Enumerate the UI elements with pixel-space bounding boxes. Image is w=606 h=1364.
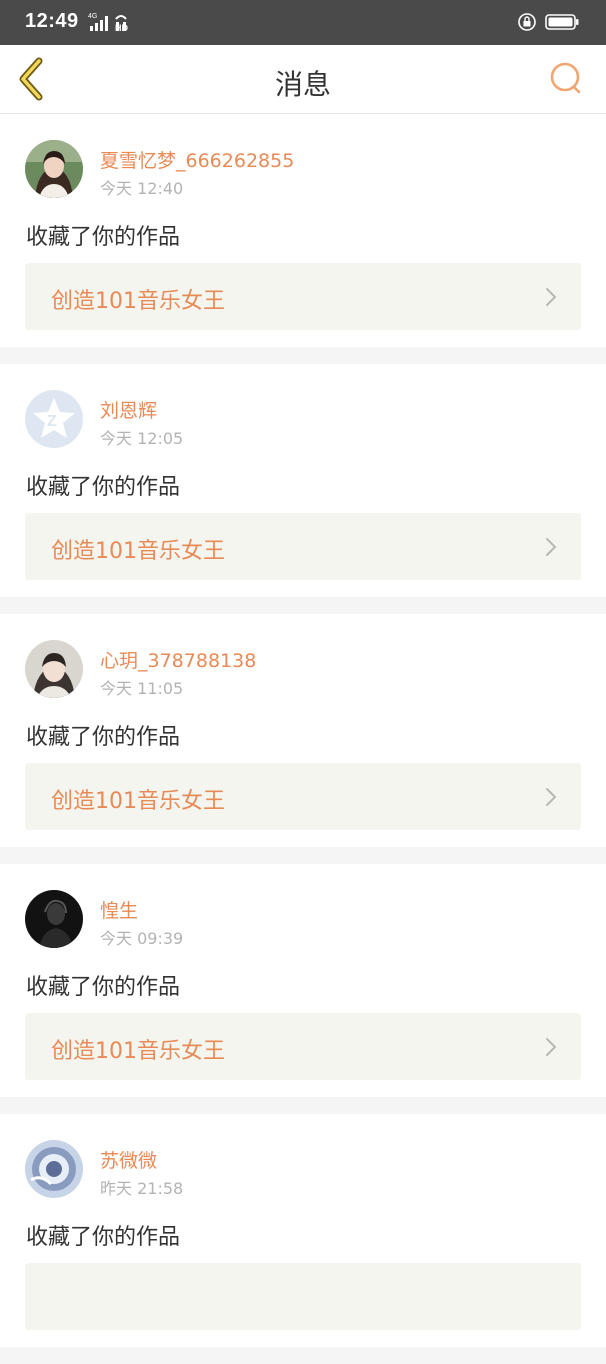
message-item: 惶生 今天 09:39 收藏了你的作品 创造101音乐女王 bbox=[0, 864, 606, 1114]
status-bar: 12:49 4G HD bbox=[0, 0, 606, 45]
search-icon bbox=[550, 62, 581, 94]
avatar[interactable] bbox=[25, 140, 83, 198]
action-text: 收藏了你的作品 bbox=[26, 1225, 181, 1250]
timestamp: 今天 12:05 bbox=[100, 429, 184, 448]
signal-icon: 4G HD bbox=[88, 11, 136, 37]
message-list: 夏雪忆梦_666262855 今天 12:40 收藏了你的作品 创造101音乐女… bbox=[0, 114, 606, 1364]
avatar[interactable] bbox=[25, 890, 83, 948]
top-app-bar: 消息 bbox=[0, 45, 606, 114]
avatar[interactable] bbox=[25, 1140, 83, 1198]
chevron-right-icon bbox=[546, 1038, 557, 1056]
svg-text:Z: Z bbox=[47, 413, 57, 430]
chevron-right-icon bbox=[546, 288, 557, 306]
work-link[interactable]: 创造101音乐女王 bbox=[25, 1013, 581, 1080]
work-title: 创造101音乐女王 bbox=[51, 539, 225, 564]
message-item: 心玥_378788138 今天 11:05 收藏了你的作品 创造101音乐女王 bbox=[0, 614, 606, 864]
page-title: 消息 bbox=[274, 68, 331, 101]
work-title: 创造101音乐女王 bbox=[51, 789, 225, 814]
timestamp: 今天 11:05 bbox=[100, 679, 184, 698]
avatar[interactable] bbox=[25, 640, 83, 698]
svg-text:4G: 4G bbox=[88, 13, 97, 20]
message-item: 苏微微 昨天 21:58 收藏了你的作品 bbox=[0, 1114, 606, 1364]
work-title: 创造101音乐女王 bbox=[51, 1039, 225, 1064]
work-link[interactable]: 创造101音乐女王 bbox=[25, 263, 581, 330]
work-link[interactable]: 创造101音乐女王 bbox=[25, 763, 581, 830]
message-item: Z 刘恩辉 今天 12:05 收藏了你的作品 创造101音乐女王 bbox=[0, 364, 606, 614]
action-text: 收藏了你的作品 bbox=[26, 225, 181, 250]
timestamp: 今天 09:39 bbox=[100, 929, 184, 948]
battery-icon bbox=[545, 13, 579, 35]
message-item: 夏雪忆梦_666262855 今天 12:40 收藏了你的作品 创造101音乐女… bbox=[0, 114, 606, 364]
avatar[interactable]: Z bbox=[25, 390, 83, 448]
search-button[interactable] bbox=[548, 60, 584, 96]
work-link[interactable] bbox=[25, 1263, 581, 1330]
username[interactable]: 心玥_378788138 bbox=[100, 646, 256, 673]
status-time: 12:49 bbox=[25, 10, 79, 32]
work-title: 创造101音乐女王 bbox=[51, 289, 225, 314]
timestamp: 今天 12:40 bbox=[100, 179, 184, 198]
chevron-right-icon bbox=[546, 788, 557, 806]
action-text: 收藏了你的作品 bbox=[26, 975, 181, 1000]
rotation-lock-icon bbox=[517, 12, 537, 36]
action-text: 收藏了你的作品 bbox=[26, 475, 181, 500]
chevron-right-icon bbox=[546, 538, 557, 556]
username[interactable]: 刘恩辉 bbox=[100, 396, 157, 423]
username[interactable]: 苏微微 bbox=[100, 1146, 157, 1173]
username[interactable]: 惶生 bbox=[100, 896, 138, 923]
svg-text:HD: HD bbox=[115, 23, 128, 33]
work-link[interactable]: 创造101音乐女王 bbox=[25, 513, 581, 580]
action-text: 收藏了你的作品 bbox=[26, 725, 181, 750]
timestamp: 昨天 21:58 bbox=[100, 1179, 184, 1198]
username[interactable]: 夏雪忆梦_666262855 bbox=[100, 146, 294, 173]
